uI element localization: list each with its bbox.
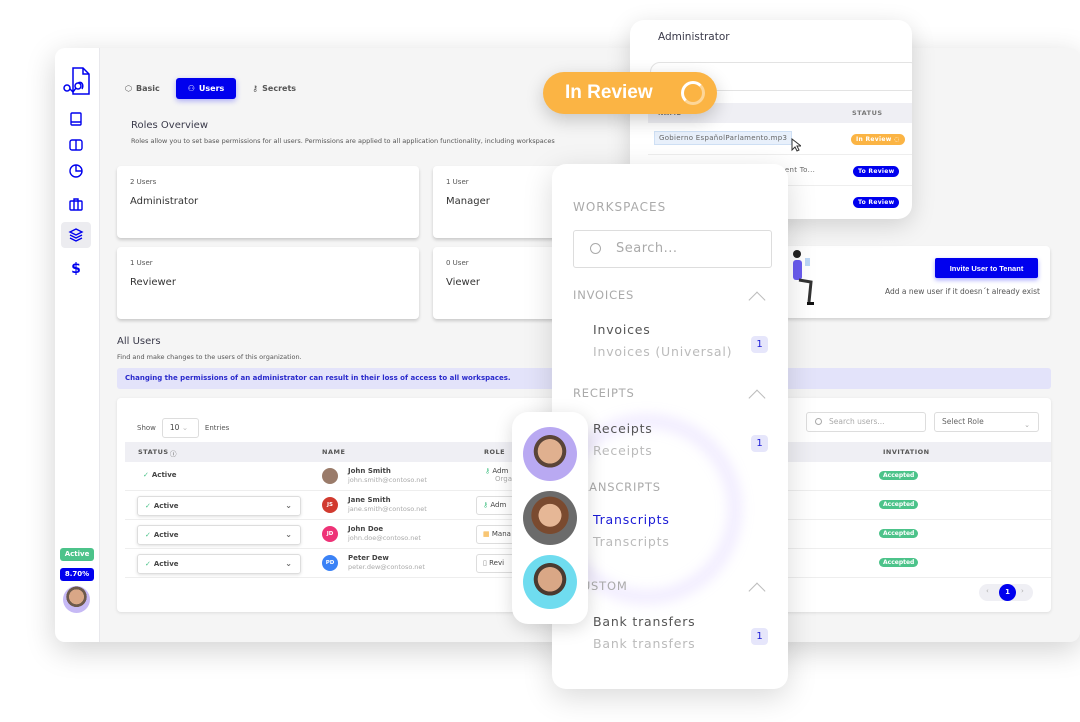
invite-user-button[interactable]: Invite User to Tenant [935,258,1038,278]
workspace-item-bank-transfers[interactable]: Bank transfers [593,614,695,629]
sidebar: $ Active 8.70% [55,48,100,642]
key-icon: ⚷ [485,467,491,475]
check-circle-icon: ✓ [143,471,149,479]
book-icon[interactable] [61,106,91,132]
check-circle-icon: ✓ [145,531,151,539]
workspace-item-transcripts[interactable]: Transcripts [593,512,670,527]
chevron-up-icon[interactable] [748,582,766,600]
info-icon: ⓘ [170,450,177,458]
workspace-search-input[interactable]: Search... [573,230,772,268]
chevron-down-icon: ⌄ [285,559,292,568]
roles-overview-description: Roles allow you to set base permissions … [131,137,555,145]
person-illustration [793,250,814,305]
columns-icon[interactable] [61,132,91,158]
role-select[interactable]: Select Role ⌄ [934,412,1039,432]
avatar[interactable] [523,555,577,609]
briefcase-icon[interactable] [61,191,91,217]
invite-card: Invite User to Tenant Add a new user if … [785,246,1050,318]
to-review-badge: To Review [853,197,900,208]
section-receipts[interactable]: RECEIPTS [573,386,635,400]
workspace-item-invoices[interactable]: Invoices [593,322,651,337]
key-icon: ⚷ [252,84,259,93]
pagination: ‹ 1 › [979,584,1033,601]
layers-icon[interactable] [61,222,91,248]
section-invoices[interactable]: INVOICES [573,288,634,302]
status-select[interactable]: ✓ Active ⌄ [137,496,301,516]
briefcase-icon: ▦ [483,530,490,538]
status-badge: Active [60,548,94,561]
avatar[interactable] [523,491,577,545]
chevron-down-icon: ⌄ [1024,421,1030,429]
tab-bar: ⬡ Basic ⚇ Users ⚷ Secrets [117,78,304,99]
count-badge: 1 [751,628,768,645]
workspace-item-receipts[interactable]: Receipts [593,421,653,436]
book-open-icon: ▯ [483,559,487,567]
chevron-down-icon: ⌄ [285,501,292,510]
document-graph-logo-icon[interactable] [63,66,91,96]
dollar-icon[interactable]: $ [61,256,91,282]
avatar: JD [322,526,338,542]
spinner-icon [681,81,705,105]
all-users-title: All Users [117,336,161,347]
chevron-up-icon[interactable] [748,389,766,407]
pie-chart-icon[interactable] [61,158,91,184]
avatar: JS [322,497,338,513]
user-avatar[interactable] [63,586,90,613]
count-badge: 1 [751,336,768,353]
avatar: PD [322,555,338,571]
status-select[interactable]: ✓ Active ⌄ [137,525,301,545]
invitation-badge: Accepted [879,471,919,480]
invite-note: Add a new user if it doesn´t already exi… [885,287,1040,296]
chevron-right-icon[interactable]: › [1021,587,1024,595]
invitation-badge: Accepted [879,558,919,567]
role-card-reviewer[interactable]: 1 User Reviewer [117,247,419,319]
invitation-badge: Accepted [879,500,919,509]
check-circle-icon: ✓ [145,502,151,510]
chevron-left-icon[interactable]: ‹ [986,587,989,595]
tab-basic[interactable]: ⬡ Basic [117,78,168,99]
file-row[interactable]: Gobierno EspañolParlamento.mp3 In Review… [648,124,912,155]
tab-secrets[interactable]: ⚷ Secrets [244,78,304,99]
count-badge: 1 [751,435,768,452]
user-icon: ⚇ [187,84,195,93]
mouse-cursor-icon [791,138,801,152]
search-users-input[interactable]: Search users... [806,412,926,432]
search-icon [590,243,601,254]
avatar[interactable] [523,427,577,481]
entries-select[interactable]: 10 ⌄ [161,418,199,438]
files-panel-title: Administrator [658,31,730,43]
tab-users[interactable]: ⚇ Users [175,78,237,99]
status-select[interactable]: ✓ Active ⌄ [137,554,301,574]
percent-badge: 8.70% [60,568,94,581]
workspace-title: WORKSPACES [573,200,667,214]
roles-overview-title: Roles Overview [131,120,209,131]
avatar [322,468,338,484]
entries-control: Show 10 ⌄ Entries [137,418,229,438]
in-review-badge: In Review ◌ [851,134,905,145]
avatar-stack [512,412,588,624]
page-button[interactable]: 1 [999,584,1016,601]
key-icon: ⚷ [483,501,489,509]
chevron-down-icon: ⌄ [285,530,292,539]
all-users-description: Find and make changes to the users of th… [117,353,302,361]
chevron-up-icon[interactable] [748,291,766,309]
cube-icon: ⬡ [125,84,132,93]
role-card-administrator[interactable]: 2 Users Administrator [117,166,419,238]
to-review-badge: To Review [853,166,900,177]
in-review-floating-badge: In Review [543,72,717,114]
invitation-badge: Accepted [879,529,919,538]
check-circle-icon: ✓ [145,560,151,568]
search-icon [815,418,822,425]
